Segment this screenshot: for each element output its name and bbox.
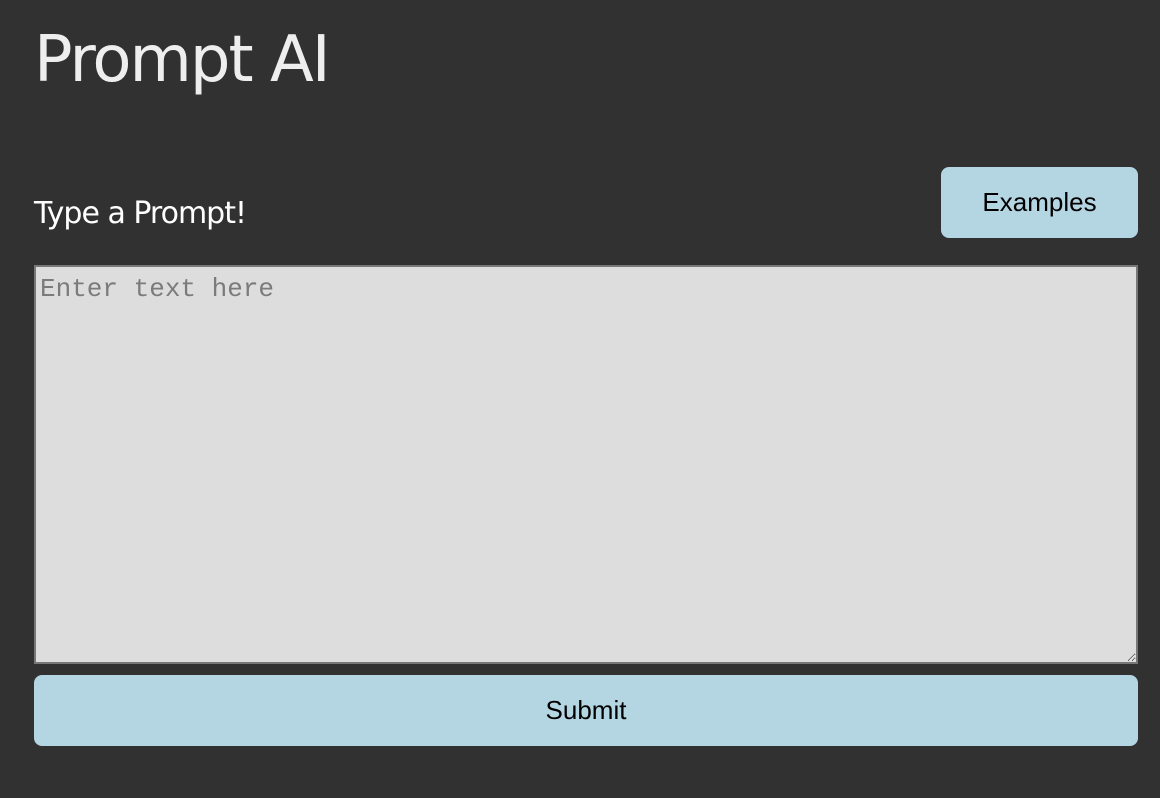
submit-button[interactable]: Submit (34, 675, 1138, 746)
prompt-textarea[interactable] (34, 265, 1138, 664)
examples-button[interactable]: Examples (941, 167, 1138, 238)
page-title: Prompt AI (34, 23, 331, 97)
prompt-label: Type a Prompt! (34, 196, 247, 231)
app-container: Prompt AI Type a Prompt! Examples Submit (34, 0, 1138, 798)
